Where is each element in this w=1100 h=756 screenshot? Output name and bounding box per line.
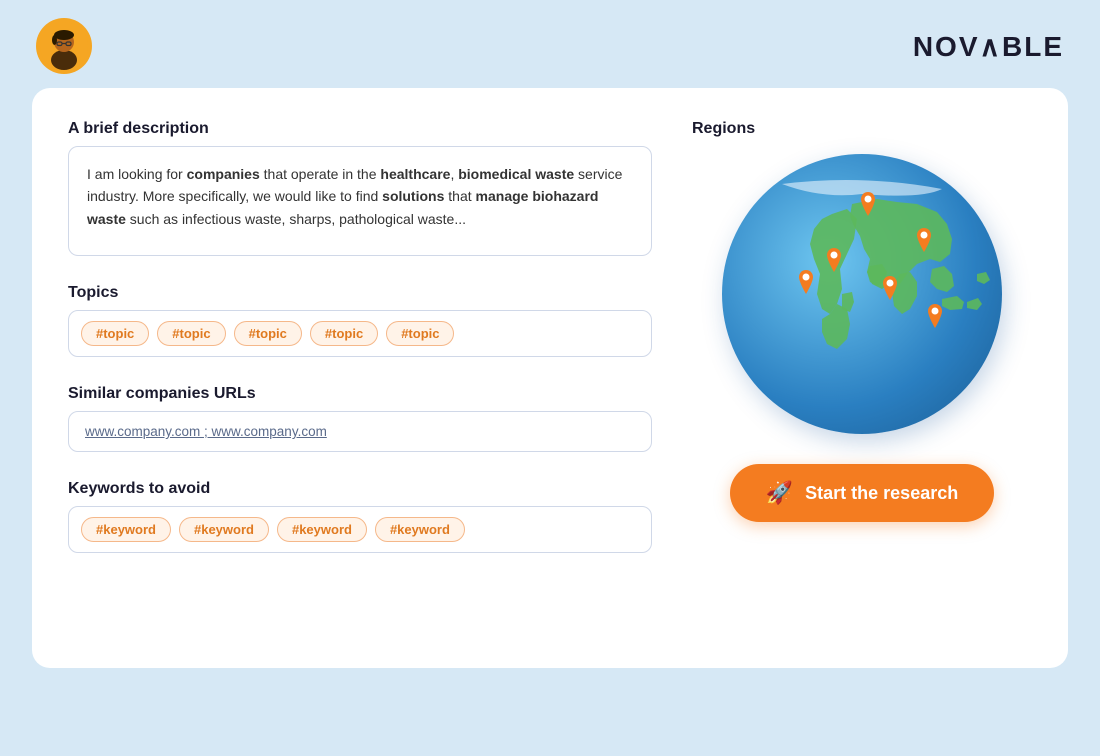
topic-tag-5[interactable]: #topic: [386, 321, 454, 346]
topic-tag-3[interactable]: #topic: [234, 321, 302, 346]
map-pin-1: [859, 192, 877, 216]
keywords-label: Keywords to avoid: [68, 480, 652, 498]
urls-section: Similar companies URLs: [68, 385, 652, 452]
map-pin-5: [915, 228, 933, 252]
topic-tag-1[interactable]: #topic: [81, 321, 149, 346]
topic-tag-2[interactable]: #topic: [157, 321, 225, 346]
keyword-tag-2[interactable]: #keyword: [179, 517, 269, 542]
left-column: A brief description I am looking for com…: [68, 120, 652, 636]
map-pin-3: [797, 270, 815, 294]
keywords-container: #keyword #keyword #keyword #keyword: [68, 506, 652, 553]
map-pin-6: [926, 304, 944, 328]
keyword-tag-3[interactable]: #keyword: [277, 517, 367, 542]
topics-container: #topic #topic #topic #topic #topic: [68, 310, 652, 357]
map-pin-2: [825, 248, 843, 272]
description-label: A brief description: [68, 120, 652, 138]
right-column: Regions: [692, 120, 1032, 636]
map-pin-4: [881, 276, 899, 300]
keywords-section: Keywords to avoid #keyword #keyword #key…: [68, 480, 652, 553]
topic-tag-4[interactable]: #topic: [310, 321, 378, 346]
topics-label: Topics: [68, 284, 652, 302]
rocket-icon: 🚀: [766, 480, 793, 506]
start-button-label: Start the research: [805, 483, 958, 504]
urls-label: Similar companies URLs: [68, 385, 652, 403]
start-research-button[interactable]: 🚀 Start the research: [730, 464, 994, 522]
globe: [722, 154, 1002, 434]
globe-container: [722, 154, 1002, 434]
header: NOV∧BLE: [0, 0, 1100, 88]
description-box[interactable]: I am looking for companies that operate …: [68, 146, 652, 256]
urls-input[interactable]: [68, 411, 652, 452]
description-section: A brief description I am looking for com…: [68, 120, 652, 256]
main-card: A brief description I am looking for com…: [32, 88, 1068, 668]
topics-section: Topics #topic #topic #topic #topic #topi…: [68, 284, 652, 357]
logo: NOV∧BLE: [913, 30, 1064, 63]
regions-label: Regions: [692, 120, 755, 138]
avatar[interactable]: [36, 18, 92, 74]
keyword-tag-1[interactable]: #keyword: [81, 517, 171, 542]
keyword-tag-4[interactable]: #keyword: [375, 517, 465, 542]
